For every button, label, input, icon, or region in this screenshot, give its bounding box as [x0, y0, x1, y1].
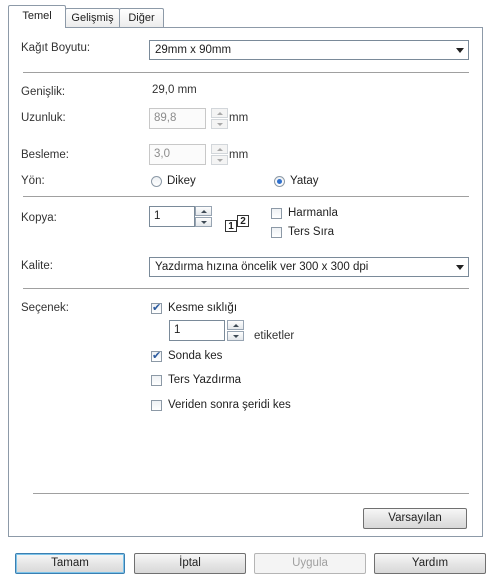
quality-label: Kalite: — [21, 260, 53, 272]
ok-button[interactable]: Tamam — [15, 553, 125, 574]
feed-label: Besleme: — [21, 149, 69, 161]
feed-spinner[interactable] — [211, 144, 228, 165]
portrait-label[interactable]: Dikey — [167, 175, 196, 187]
length-label: Uzunluk: — [21, 112, 66, 124]
divider — [33, 493, 469, 495]
quality-value: Yazdırma hızına öncelik ver 300 x 300 dp… — [155, 261, 369, 273]
tab-panel-temel: Kağıt Boyutu: 29mm x 90mm Genişlik: 29,0… — [8, 27, 483, 537]
copies-label: Kopya: — [21, 212, 57, 224]
divider — [23, 288, 469, 290]
paper-size-label: Kağıt Boyutu: — [21, 42, 91, 54]
divider — [23, 196, 469, 198]
spin-up-icon[interactable] — [195, 206, 212, 216]
width-label: Genişlik: — [21, 86, 66, 98]
feed-unit: mm — [229, 149, 249, 161]
length-input[interactable]: 89,8 — [149, 108, 206, 129]
tab-diger[interactable]: Diğer — [119, 8, 164, 27]
cut-after-data-checkbox[interactable] — [151, 400, 162, 411]
divider — [23, 72, 469, 74]
landscape-radio[interactable] — [274, 176, 285, 187]
cut-every-checkbox[interactable] — [151, 301, 162, 314]
length-spinner[interactable] — [211, 108, 228, 129]
spin-down-icon[interactable] — [227, 331, 244, 341]
cut-every-label[interactable]: Kesme sıklığı — [168, 302, 237, 314]
options-label: Seçenek: — [21, 302, 69, 314]
collate-checkbox[interactable] — [271, 208, 282, 219]
cut-at-end-checkbox[interactable] — [151, 349, 162, 362]
cut-every-unit: etiketler — [254, 330, 295, 342]
mirror-print-label[interactable]: Ters Yazdırma — [168, 374, 241, 386]
help-button[interactable]: Yardım — [374, 553, 486, 574]
orientation-label: Yön: — [21, 175, 45, 187]
cut-after-data-label[interactable]: Veriden sonra şeridi kes — [168, 399, 291, 411]
spin-down-icon[interactable] — [195, 217, 212, 227]
reverse-order-label[interactable]: Ters Sıra — [288, 226, 334, 238]
chevron-down-icon — [456, 265, 464, 270]
length-unit: mm — [229, 112, 249, 124]
reverse-order-checkbox[interactable] — [271, 227, 282, 238]
cut-every-spinner[interactable] — [227, 320, 244, 341]
width-value: 29,0 mm — [152, 84, 197, 96]
paper-size-select[interactable]: 29mm x 90mm — [149, 40, 469, 60]
quality-select[interactable]: Yazdırma hızına öncelik ver 300 x 300 dp… — [149, 257, 469, 277]
paper-size-value: 29mm x 90mm — [155, 44, 232, 56]
mirror-print-checkbox[interactable] — [151, 375, 162, 386]
portrait-radio[interactable] — [151, 176, 162, 187]
spin-up-icon[interactable] — [211, 144, 228, 154]
cut-every-input[interactable]: 1 — [169, 320, 225, 341]
tab-gelismis[interactable]: Gelişmiş — [65, 8, 120, 27]
spin-down-icon[interactable] — [211, 119, 228, 129]
apply-button[interactable]: Uygula — [254, 553, 366, 574]
copies-input[interactable]: 1 — [149, 206, 195, 227]
spin-up-icon[interactable] — [227, 320, 244, 330]
cut-at-end-label[interactable]: Sonda kes — [168, 350, 222, 362]
collate-label[interactable]: Harmanla — [288, 207, 338, 219]
copies-spinner[interactable] — [195, 206, 212, 227]
chevron-down-icon — [456, 48, 464, 53]
landscape-label[interactable]: Yatay — [290, 175, 319, 187]
tab-temel[interactable]: Temel — [8, 5, 66, 28]
spin-up-icon[interactable] — [211, 108, 228, 118]
feed-input[interactable]: 3,0 — [149, 144, 206, 165]
defaults-button[interactable]: Varsayılan — [363, 508, 467, 529]
cancel-button[interactable]: İptal — [134, 553, 246, 574]
spin-down-icon[interactable] — [211, 155, 228, 165]
collate-pages-icon: 1 2 — [223, 215, 255, 233]
